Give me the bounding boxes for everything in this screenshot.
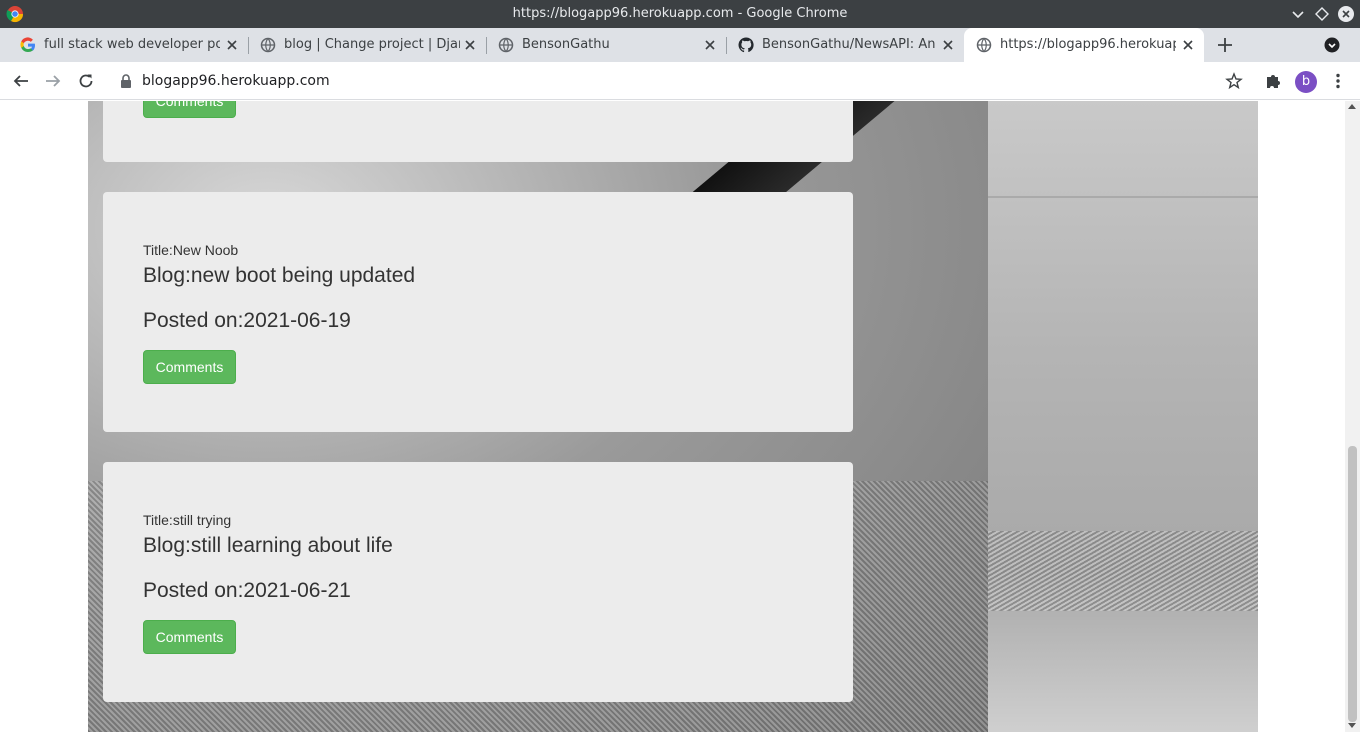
tab-strip: full stack web developer portf blog | Ch… (0, 28, 1360, 62)
vertical-scrollbar[interactable] (1345, 101, 1360, 732)
background-texture (988, 531, 1258, 611)
tab-close-icon[interactable] (1180, 37, 1196, 53)
comments-button[interactable]: Comments (143, 350, 236, 384)
lock-icon[interactable] (120, 74, 132, 88)
globe-icon (976, 37, 992, 53)
tab-github-newsapi[interactable]: BensonGathu/NewsAPI: An ap (726, 28, 964, 62)
new-tab-icon[interactable] (1216, 36, 1234, 54)
tab-label: BensonGathu/NewsAPI: An ap (762, 37, 938, 52)
tab-bensongathu[interactable]: BensonGathu (486, 28, 727, 62)
comments-button[interactable]: Comments (143, 620, 236, 654)
page-viewport: Comments Title:New Noob Blog:new boot be… (0, 101, 1360, 732)
tab-portfolio-search[interactable]: full stack web developer portf (8, 28, 249, 62)
profile-avatar[interactable]: b (1295, 71, 1317, 93)
tab-label: blog | Change project | Djang (284, 37, 460, 52)
post-card: Title:still trying Blog:still learning a… (103, 462, 853, 702)
scrollbar-thumb[interactable] (1348, 446, 1357, 722)
post-title: Title:still trying (143, 512, 232, 528)
tab-close-icon[interactable] (702, 37, 718, 53)
url-text[interactable]: blogapp96.herokuapp.com (142, 73, 330, 89)
tab-blogapp-active[interactable]: https://blogapp96.herokuapp (964, 28, 1204, 62)
scroll-up-arrow-icon[interactable] (1348, 104, 1356, 109)
google-icon (20, 37, 35, 53)
scroll-down-arrow-icon[interactable] (1348, 723, 1356, 728)
tab-django-admin[interactable]: blog | Change project | Djang (248, 28, 487, 62)
comments-button[interactable]: Comments (143, 101, 236, 118)
back-arrow-icon[interactable] (12, 72, 30, 90)
post-date: Posted on:2021-06-21 (143, 579, 351, 602)
tab-label: full stack web developer portf (44, 37, 220, 52)
github-icon (738, 37, 754, 53)
forward-arrow-icon[interactable] (44, 72, 62, 90)
bookmark-star-icon[interactable] (1225, 72, 1243, 90)
window-title: https://blogapp96.herokuapp.com - Google… (512, 6, 848, 21)
minimize-icon[interactable] (1289, 5, 1307, 23)
post-card-partial: Comments (103, 101, 853, 162)
background-seam (988, 196, 1258, 198)
post-date: Posted on:2021-06-19 (143, 309, 351, 332)
post-blog-text: Blog:new boot being updated (143, 264, 416, 287)
tab-close-icon[interactable] (462, 37, 478, 53)
tab-search-icon[interactable] (1324, 37, 1340, 53)
post-card: Title:New Noob Blog:new boot being updat… (103, 192, 853, 432)
browser-toolbar: blogapp96.herokuapp.com b (0, 62, 1360, 100)
maximize-icon[interactable] (1313, 5, 1331, 23)
background-image-right (988, 101, 1258, 732)
globe-icon (260, 37, 276, 53)
post-title: Title:New Noob (143, 242, 239, 258)
window-titlebar: https://blogapp96.herokuapp.com - Google… (0, 0, 1360, 28)
tab-label: https://blogapp96.herokuapp (1000, 37, 1176, 52)
close-window-icon[interactable] (1337, 5, 1355, 23)
reload-icon[interactable] (77, 72, 95, 90)
tab-close-icon[interactable] (940, 37, 956, 53)
address-bar[interactable]: blogapp96.herokuapp.com (110, 66, 1260, 96)
extensions-puzzle-icon[interactable] (1264, 72, 1282, 90)
tab-close-icon[interactable] (224, 37, 240, 53)
globe-icon (498, 37, 514, 53)
tab-label: BensonGathu (522, 37, 610, 52)
post-blog-text: Blog:still learning about life (143, 534, 393, 557)
menu-kebab-icon[interactable] (1329, 72, 1347, 90)
